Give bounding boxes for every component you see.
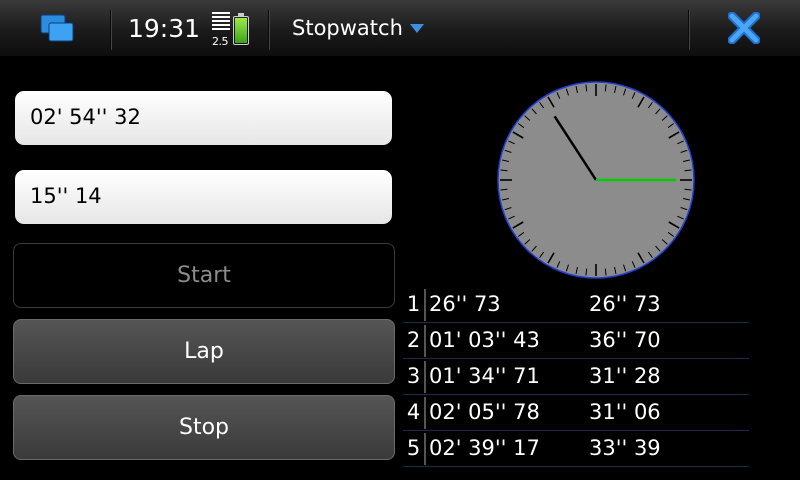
app-title-menu[interactable]: Stopwatch [292, 16, 403, 40]
lap-row: 2 01' 03'' 43 36'' 70 [403, 323, 749, 359]
lap-number: 2 [406, 328, 421, 352]
lap-number: 5 [406, 436, 421, 460]
status-separator [268, 10, 269, 50]
lap-split-time: 31'' 06 [589, 400, 661, 424]
lap-total-time: 02' 05'' 78 [429, 400, 540, 424]
lap-split-time: 31'' 28 [589, 364, 661, 388]
signal-icon: 2.5 [212, 12, 230, 48]
total-time-display: 02' 54'' 32 [15, 91, 392, 145]
status-bar: 19:31 2.5 Stopwatch [0, 0, 800, 56]
lap-total-time: 26'' 73 [429, 292, 501, 316]
dropdown-arrow-icon[interactable] [410, 24, 424, 33]
lap-row: 1 26'' 73 26'' 73 [403, 287, 749, 323]
task-switcher-icon[interactable] [40, 14, 76, 44]
lap-time-display: 15'' 14 [15, 170, 392, 224]
analog-clock [496, 80, 696, 280]
lap-split-time: 26'' 73 [589, 292, 661, 316]
close-icon[interactable] [727, 11, 761, 45]
network-type-label: 2.5 [212, 35, 229, 48]
lap-row: 5 02' 39'' 17 33'' 39 [403, 431, 749, 467]
lap-split-time: 33'' 39 [589, 436, 661, 460]
lap-split-time: 36'' 70 [589, 328, 661, 352]
lap-number: 3 [406, 364, 421, 388]
lap-button[interactable]: Lap [13, 319, 395, 384]
lap-total-time: 01' 34'' 71 [429, 364, 540, 388]
stop-button[interactable]: Stop [13, 395, 395, 460]
status-separator [688, 10, 689, 50]
lap-number: 1 [406, 292, 421, 316]
battery-icon [233, 13, 249, 45]
status-separator [110, 10, 111, 50]
lap-row: 4 02' 05'' 78 31'' 06 [403, 395, 749, 431]
lap-total-time: 01' 03'' 43 [429, 328, 540, 352]
lap-total-time: 02' 39'' 17 [429, 436, 540, 460]
start-button[interactable]: Start [13, 243, 395, 308]
laps-table: 1 26'' 73 26'' 73 2 01' 03'' 43 36'' 70 … [403, 287, 749, 467]
clock-time: 19:31 [128, 14, 201, 43]
lap-number: 4 [406, 400, 421, 424]
lap-row: 3 01' 34'' 71 31'' 28 [403, 359, 749, 395]
